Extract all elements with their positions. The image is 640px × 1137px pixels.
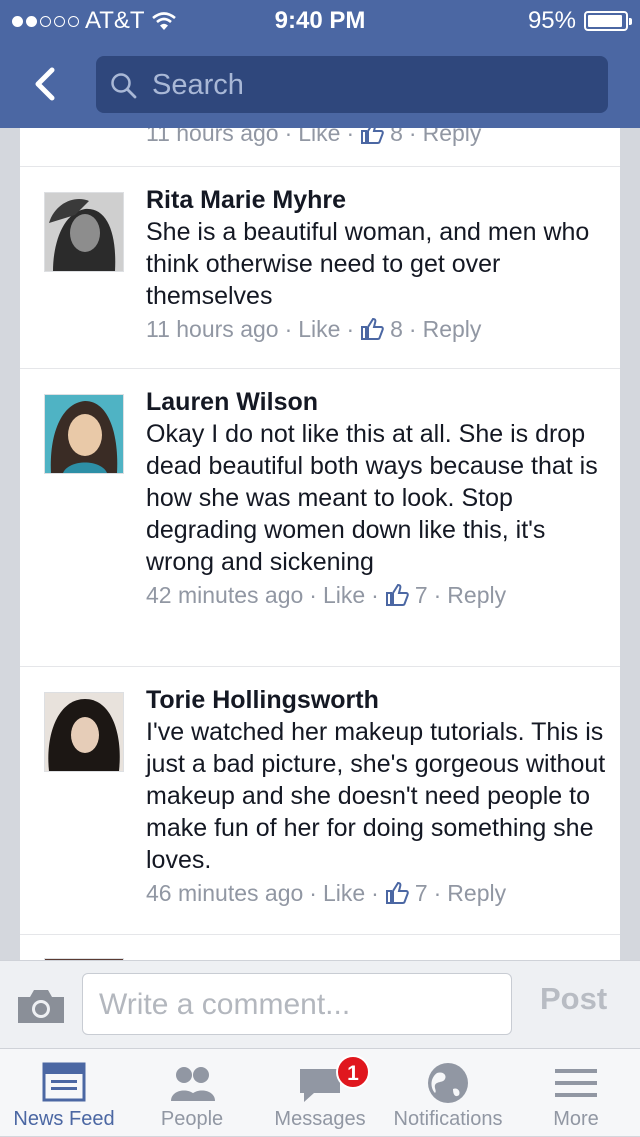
- commenter-name[interactable]: Lauren Wilson: [146, 386, 606, 418]
- comment-composer: Write a comment... Post: [0, 960, 640, 1048]
- comment-input[interactable]: Write a comment...: [82, 973, 512, 1035]
- like-link[interactable]: Like: [298, 312, 340, 346]
- comment-item: Rita Marie Myhre She is a beautiful woma…: [20, 166, 620, 369]
- post-button[interactable]: Post: [540, 981, 607, 1017]
- comment-time: 11 hours ago: [146, 316, 279, 342]
- like-count: 7: [414, 582, 428, 608]
- thumbs-up-icon: [385, 583, 409, 606]
- avatar[interactable]: [44, 394, 124, 474]
- people-icon: [171, 1067, 215, 1101]
- like-count: 8: [390, 316, 403, 342]
- reply-link[interactable]: Reply: [423, 128, 482, 150]
- like-count: 8: [390, 128, 403, 146]
- tab-people[interactable]: People: [128, 1049, 256, 1137]
- thumbs-up-icon: [361, 317, 384, 340]
- comment-meta: 46 minutes ago · Like · 7 · Reply: [146, 876, 606, 910]
- status-bar: AT&T 9:40 PM 95%: [0, 0, 640, 40]
- tab-label: More: [553, 1108, 599, 1130]
- like-link[interactable]: Like: [323, 876, 365, 910]
- like-link[interactable]: Like: [323, 578, 365, 612]
- search-input[interactable]: [150, 56, 594, 115]
- tab-more[interactable]: More: [512, 1049, 640, 1137]
- comment-text: She is a beautiful woman, and men who th…: [146, 218, 590, 310]
- comment-item: Lauren Wilson Okay I do not like this at…: [20, 368, 620, 667]
- camera-icon[interactable]: [16, 987, 66, 1025]
- comment-meta: 42 minutes ago · Like · 7 · Reply: [146, 578, 606, 612]
- messages-badge: 1: [336, 1055, 370, 1089]
- tab-label: Messages: [274, 1108, 366, 1130]
- comment-time: 46 minutes ago: [146, 880, 304, 906]
- comment-text: Okay I do not like this at all. She is d…: [146, 420, 598, 576]
- comment-item: 11 hours ago · Like · 8 · Reply: [20, 128, 620, 167]
- like-count: 7: [414, 880, 428, 906]
- comment-meta: 11 hours ago · Like · 8 · Reply: [146, 128, 606, 150]
- top-bar: AT&T 9:40 PM 95%: [0, 0, 640, 128]
- battery-percent: 95%: [527, 7, 576, 34]
- reply-link[interactable]: Reply: [447, 876, 506, 910]
- comment-meta: 11 hours ago · Like · 8 · Reply: [146, 312, 606, 346]
- battery-icon: [584, 11, 632, 31]
- reply-link[interactable]: Reply: [423, 312, 482, 346]
- tab-messages[interactable]: 1 Messages: [256, 1049, 384, 1137]
- thumbs-up-icon: [361, 128, 384, 144]
- tab-label: News Feed: [13, 1108, 115, 1130]
- comment-time: 42 minutes ago: [146, 582, 304, 608]
- tab-notifications[interactable]: Notifications: [384, 1049, 512, 1137]
- tab-label: People: [160, 1108, 224, 1130]
- avatar[interactable]: [44, 192, 124, 272]
- commenter-name[interactable]: Rita Marie Myhre: [146, 184, 606, 216]
- comments-feed[interactable]: 11 hours ago · Like · 8 · Reply Rita Marie …: [20, 128, 620, 960]
- search-bar[interactable]: [96, 56, 608, 115]
- tab-news-feed[interactable]: News Feed: [0, 1049, 128, 1137]
- reply-link[interactable]: Reply: [447, 578, 506, 612]
- tab-bar: News Feed People 1 Messages Notification…: [0, 1048, 640, 1136]
- search-icon: [111, 73, 137, 99]
- menu-icon: [555, 1069, 597, 1097]
- tab-label: Notifications: [393, 1108, 503, 1130]
- thumbs-up-icon: [385, 881, 409, 904]
- commenter-name[interactable]: Torie Hollingsworth: [146, 684, 606, 716]
- globe-icon: [428, 1063, 468, 1103]
- comment-text: I've watched her makeup tutorials. This …: [146, 718, 606, 874]
- back-arrow-icon[interactable]: [28, 64, 68, 104]
- comment-item: [20, 934, 620, 960]
- avatar[interactable]: [44, 692, 124, 772]
- like-link[interactable]: Like: [298, 128, 340, 150]
- news-feed-icon: [42, 1062, 86, 1102]
- comment-item: Torie Hollingsworth I've watched her mak…: [20, 666, 620, 935]
